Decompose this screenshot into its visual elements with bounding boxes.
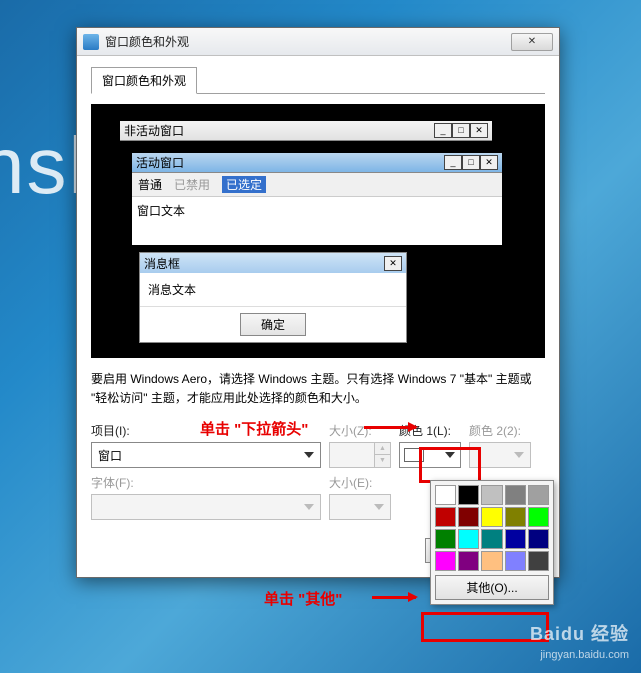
color-cell[interactable] [435,485,456,505]
watermark: Baidu 经验 jingyan.baidu.com [530,622,629,663]
color1-dropdown[interactable] [399,442,461,468]
menu-disabled: 已禁用 [174,176,210,193]
color-cell[interactable] [481,529,502,549]
fontsize-label: 大小(E): [329,474,391,491]
inactive-window-titlebar: 非活动窗口 _ □ ✕ [120,121,492,141]
inactive-window-title: 非活动窗口 [124,122,434,139]
maximize-icon: □ [452,123,470,138]
annotation-other-text: 单击 "其他" [264,588,342,609]
fontsize-combo [329,494,391,520]
dialog-titlebar[interactable]: 窗口颜色和外观 ✕ [77,28,559,56]
close-icon: ✕ [384,256,402,271]
minimize-icon: _ [434,123,452,138]
font-combo [91,494,321,520]
other-color-button[interactable]: 其他(O)... [435,575,549,600]
color-cell[interactable] [505,507,526,527]
chevron-down-icon [374,504,384,510]
minimize-icon: _ [444,155,462,170]
color-cell[interactable] [458,529,479,549]
window-buttons: _ □ ✕ [444,155,498,170]
color-grid [435,485,549,571]
chevron-down-icon [514,452,524,458]
message-button-row: 确定 [140,306,406,342]
spin-down-icon: ▼ [374,455,390,467]
color-cell[interactable] [528,551,549,571]
color-cell[interactable] [481,507,502,527]
item-combo[interactable]: 窗口 [91,442,321,468]
spin-up-icon: ▲ [374,443,390,455]
window-buttons: _ □ ✕ [434,123,488,138]
color1-label: 颜色 1(L): [399,422,461,439]
watermark-url: jingyan.baidu.com [530,648,629,663]
active-window-title: 活动窗口 [136,154,444,171]
message-box-title: 消息框 [144,255,384,272]
window-text-area: 窗口文本 [132,197,502,245]
chevron-down-icon [304,504,314,510]
color-cell[interactable] [528,485,549,505]
color2-label: 颜色 2(2): [469,422,531,439]
menu-bar: 普通 已禁用 已选定 [132,173,502,197]
menu-selected: 已选定 [222,176,266,193]
item-combo-value: 窗口 [98,447,122,464]
message-text: 消息文本 [140,273,406,306]
tab-color-appearance[interactable]: 窗口颜色和外观 [91,67,197,94]
help-text: 要启用 Windows Aero，请选择 Windows 主题。只有选择 Win… [91,370,545,408]
preview-pane: 非活动窗口 _ □ ✕ 活动窗口 _ □ ✕ [91,104,545,358]
size-spinner: ▲▼ [329,442,391,468]
watermark-brand: Baidu 经验 [530,622,629,647]
close-icon: ✕ [470,123,488,138]
annotation-highlight-other [421,612,549,642]
size-label: 大小(Z): [329,422,391,439]
close-icon: ✕ [480,155,498,170]
active-window-titlebar: 活动窗口 _ □ ✕ [132,153,502,173]
active-window: 活动窗口 _ □ ✕ 普通 已禁用 已选定 窗口文本 [131,152,503,246]
color-cell[interactable] [528,529,549,549]
maximize-icon: □ [462,155,480,170]
color-cell[interactable] [458,485,479,505]
color-cell[interactable] [505,529,526,549]
chevron-down-icon [445,452,455,458]
dialog-icon [83,34,99,50]
chevron-down-icon [304,452,314,458]
color-cell[interactable] [458,507,479,527]
color2-dropdown [469,442,531,468]
color-cell[interactable] [481,551,502,571]
size-input [330,448,368,462]
color-cell[interactable] [505,485,526,505]
color-cell[interactable] [505,551,526,571]
color1-swatch [404,448,424,462]
message-ok-button: 确定 [240,313,306,336]
color-cell[interactable] [435,529,456,549]
dialog-close-button[interactable]: ✕ [511,33,553,51]
color-cell[interactable] [481,485,502,505]
color-picker-popup: 其他(O)... [430,480,554,605]
message-box-titlebar: 消息框 ✕ [140,253,406,273]
inactive-window: 非活动窗口 _ □ ✕ [119,120,493,142]
annotation-arrow-2 [372,596,416,599]
item-label: 项目(I): [91,422,321,439]
color-cell[interactable] [458,551,479,571]
color-cell[interactable] [435,507,456,527]
color-cell[interactable] [528,507,549,527]
menu-normal: 普通 [138,176,162,193]
font-label: 字体(F): [91,474,321,491]
tab-strip: 窗口颜色和外观 [91,66,545,94]
dialog-title: 窗口颜色和外观 [105,33,511,50]
message-box: 消息框 ✕ 消息文本 确定 [139,252,407,343]
color-cell[interactable] [435,551,456,571]
